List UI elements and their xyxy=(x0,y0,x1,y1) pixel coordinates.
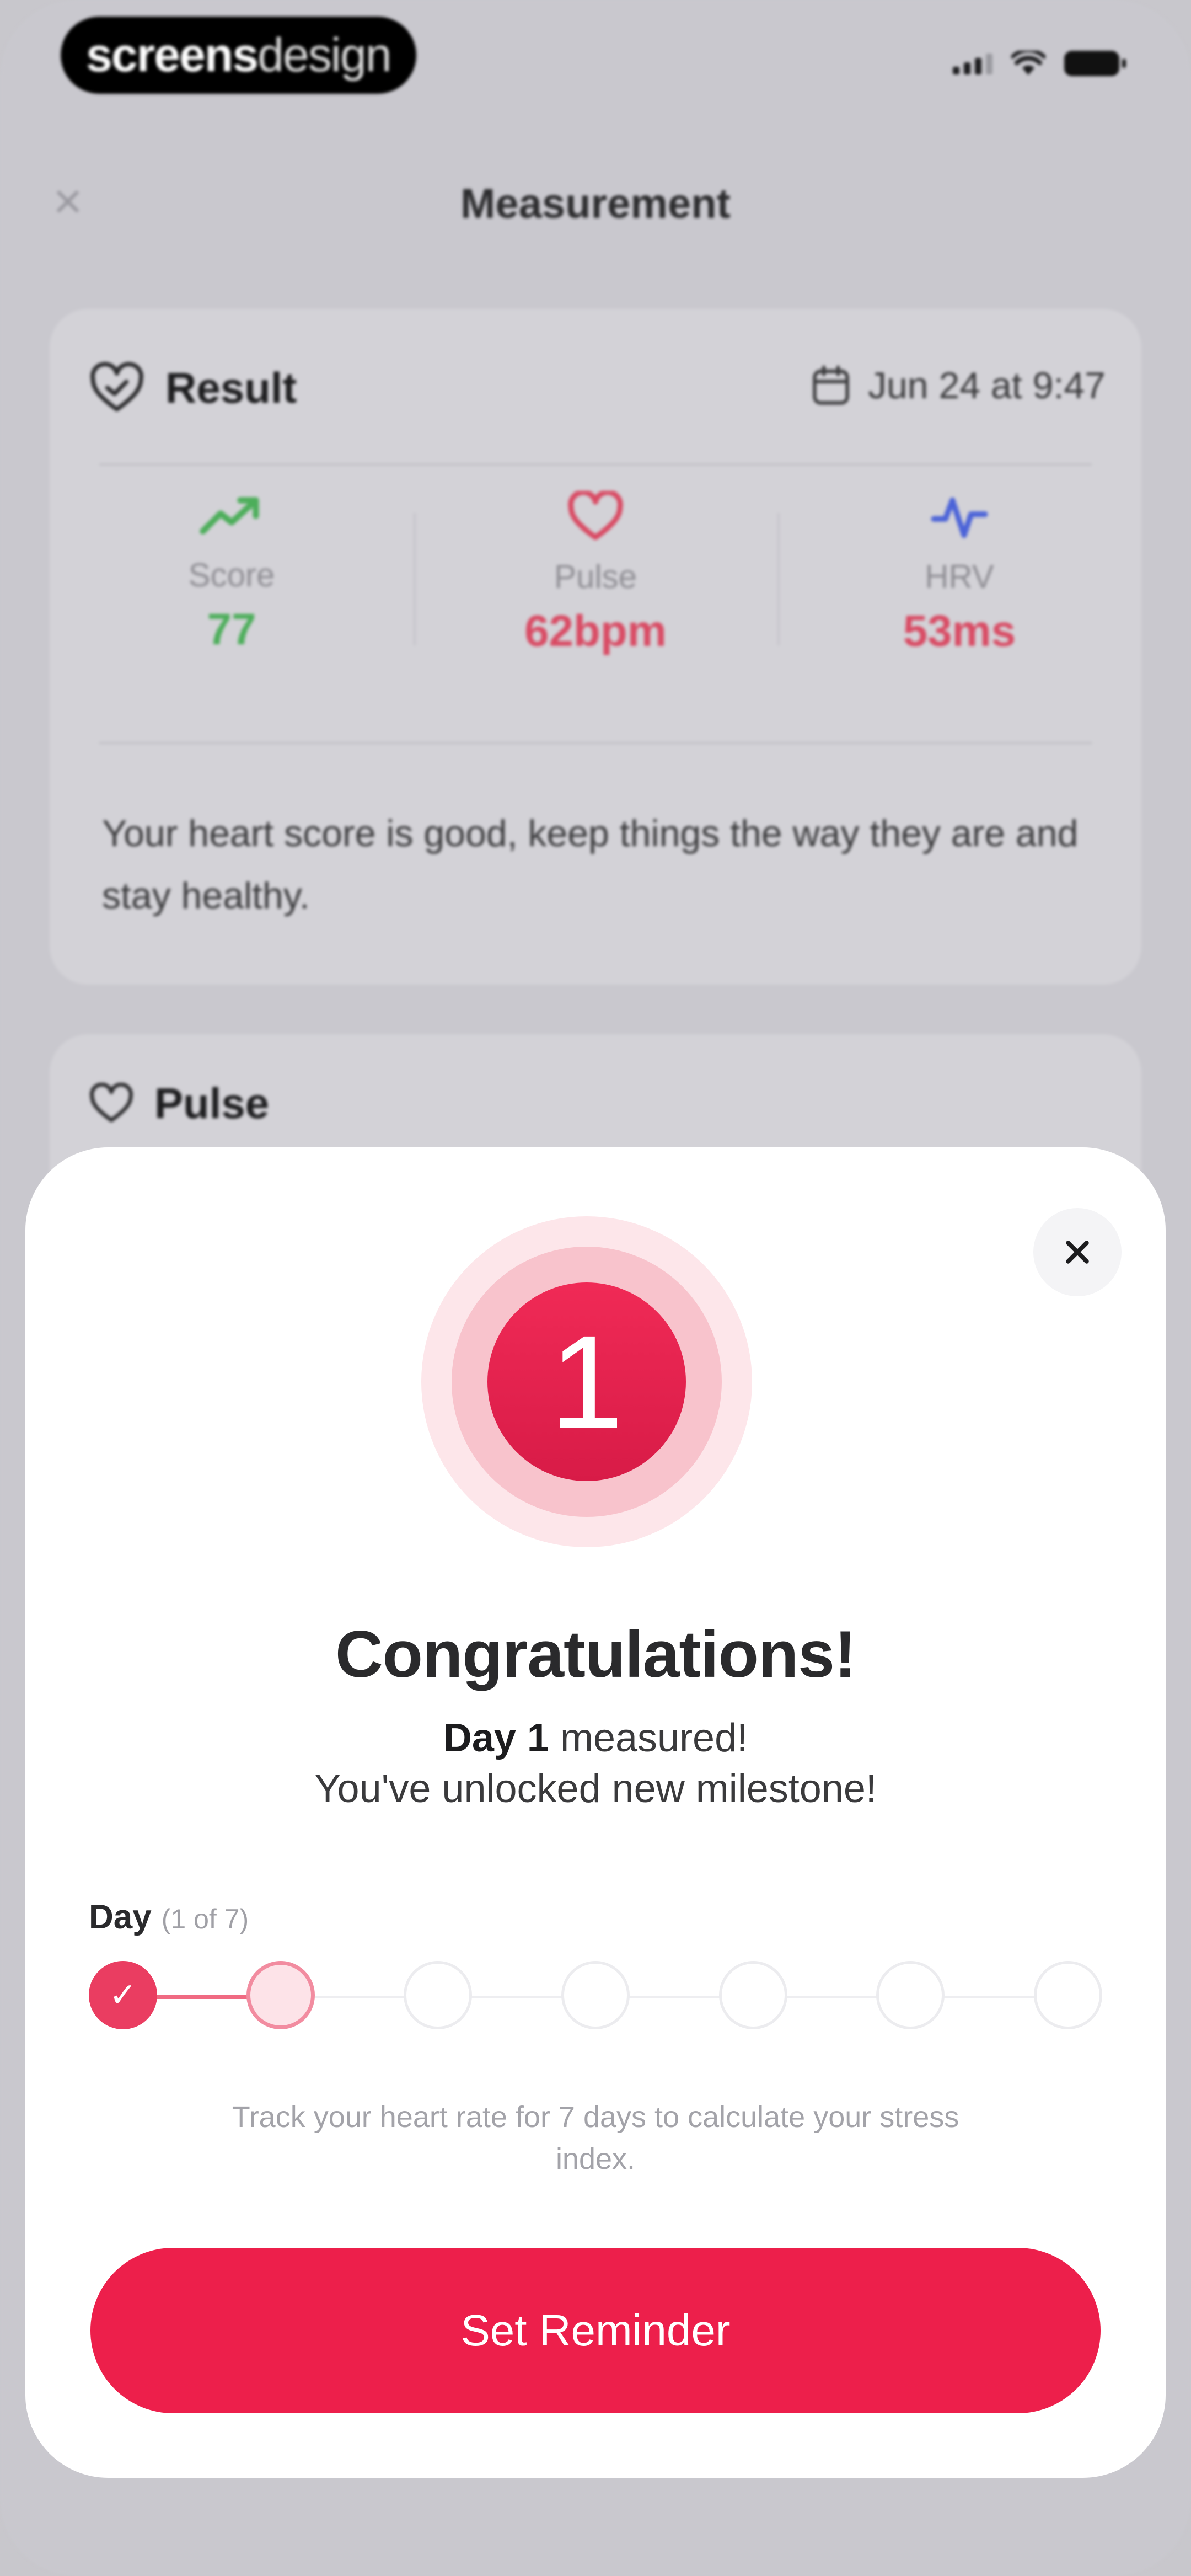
congrats-title: Congratulations! xyxy=(335,1617,856,1691)
stat-hrv: HRV 53ms xyxy=(777,491,1141,656)
milestone-subtitle: You've unlocked new milestone! xyxy=(314,1767,877,1811)
stat-hrv-value: 53ms xyxy=(903,606,1016,655)
hint-text: Track your heart rate for 7 days to calc… xyxy=(232,2101,959,2176)
pulse-title: Pulse xyxy=(154,1079,270,1127)
badge-number: 1 xyxy=(550,1308,624,1456)
hrv-wave-icon xyxy=(931,497,988,538)
pulse-header: Pulse xyxy=(88,1078,269,1129)
milestone-badge: 1 xyxy=(421,1216,752,1547)
close-button[interactable] xyxy=(1033,1208,1122,1296)
day-progress-count: (1 of 7) xyxy=(161,1904,249,1934)
day-dot xyxy=(1034,1961,1102,2029)
result-stats: Score 77 Pulse 62bpm HRV 53ms xyxy=(50,491,1141,656)
page-title: Measurement xyxy=(460,180,731,227)
day-measured-rest: measured! xyxy=(549,1716,748,1760)
brand-watermark: screens design xyxy=(61,17,416,94)
set-reminder-button[interactable]: Set Reminder xyxy=(90,2248,1101,2413)
result-date-text: Jun 24 at 9:47 xyxy=(867,365,1106,407)
day-dot xyxy=(561,1961,630,2029)
calendar-icon xyxy=(813,365,849,405)
badge-circle: 1 xyxy=(487,1282,686,1481)
close-icon xyxy=(1066,1241,1089,1264)
divider xyxy=(99,463,1092,466)
stat-hrv-label: HRV xyxy=(925,558,994,595)
day-dot xyxy=(876,1961,945,2029)
day-measured-bold: Day 1 xyxy=(443,1716,549,1760)
result-header: Result xyxy=(88,361,297,414)
milestone-sheet: 1 Congratulations! Day 1 measured! You'v… xyxy=(25,1147,1166,2478)
result-description: Your heart score is good, keep things th… xyxy=(102,813,1079,917)
status-icons xyxy=(953,51,1126,76)
heart-icon xyxy=(90,1082,133,1122)
stat-pulse: Pulse 62bpm xyxy=(414,491,777,656)
divider xyxy=(99,742,1092,744)
wifi-icon xyxy=(1011,51,1045,75)
stat-score-value: 77 xyxy=(207,605,256,654)
day-dot xyxy=(718,1961,787,2029)
brand-light: design xyxy=(257,28,391,82)
heart-check-icon xyxy=(90,362,143,411)
day-measured-text: Day 1 measured! xyxy=(25,1715,1166,1761)
signal-icon xyxy=(953,52,993,74)
stat-pulse-label: Pulse xyxy=(554,558,637,595)
stat-score: Score 77 xyxy=(50,491,414,656)
stat-pulse-value: 62bpm xyxy=(524,606,667,655)
day-progress-label: Day (1 of 7) xyxy=(89,1898,249,1937)
heart-icon xyxy=(568,491,623,541)
day-dot-completed: ✓ xyxy=(89,1961,157,2029)
day-progress-track: ✓ xyxy=(89,1961,1102,2033)
day-dot-current xyxy=(246,1961,315,2029)
brand-bold: screens xyxy=(86,28,259,82)
battery-icon xyxy=(1064,51,1126,76)
trend-up-icon xyxy=(200,497,259,535)
stat-score-label: Score xyxy=(188,557,275,594)
day-label: Day xyxy=(89,1898,152,1936)
result-title: Result xyxy=(165,363,297,412)
result-date: Jun 24 at 9:47 xyxy=(811,364,1106,407)
result-card: Result Jun 24 at 9:47 Score 77 Pulse 62b… xyxy=(50,309,1141,985)
day-dot xyxy=(404,1961,473,2029)
